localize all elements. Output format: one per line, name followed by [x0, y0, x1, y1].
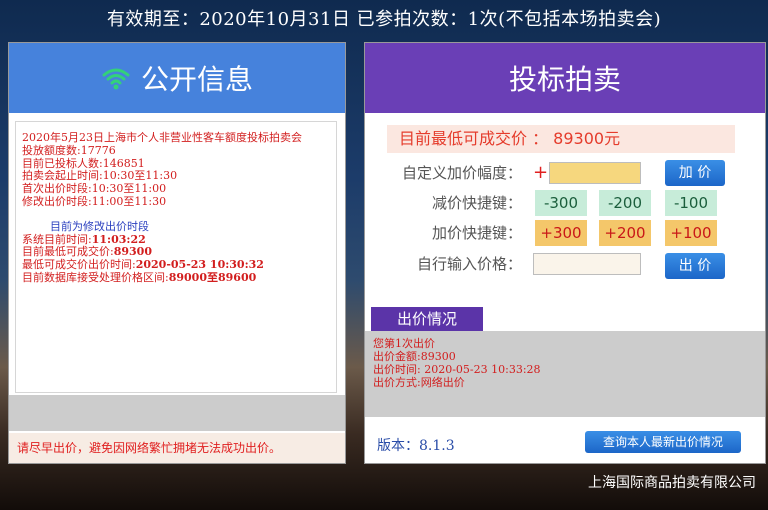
decrease-300-button[interactable]: -300	[535, 190, 587, 216]
auction-info-box: 2020年5月23日上海市个人非营业性客车额度投标拍卖会 投放额度数:17776…	[15, 121, 337, 393]
status-label: 目前数据库接受处理价格区间:	[22, 270, 169, 284]
manual-price-row: 自行输入价格： 出 价	[365, 251, 765, 279]
wifi-icon	[102, 68, 130, 90]
increase-300-button[interactable]: +300	[535, 220, 587, 246]
status-value: 89300	[113, 245, 152, 259]
history-line: 出价时间: 2020-05-23 10:33:28	[373, 363, 541, 376]
plus-sign: +	[533, 162, 549, 183]
info-line: 投放额度数:17776	[22, 143, 116, 157]
increase-shortcut-row: 加价快捷键： +300 +200 +100	[365, 220, 765, 246]
bidding-title: 投标拍卖	[508, 64, 621, 95]
status-label: 目前最低可成交价:	[22, 245, 114, 259]
history-line: 出价方式:网络出价	[373, 376, 465, 389]
custom-increase-row: 自定义加价幅度： + 加 价	[365, 160, 765, 186]
public-info-panel: 公开信息 2020年5月23日上海市个人非营业性客车额度投标拍卖会 投放额度数:…	[8, 42, 346, 464]
custom-increase-input[interactable]	[549, 162, 641, 184]
validity-info: 有效期至：2020年10月31日 已参拍次数：1次(不包括本场拍卖会)	[106, 9, 662, 30]
status-label: 系统目前时间:	[22, 232, 92, 246]
increase-200-button[interactable]: +200	[599, 220, 651, 246]
bidding-header: 投标拍卖	[365, 43, 765, 113]
bidding-panel: 投标拍卖 目前最低可成交价 ： 89300元 自定义加价幅度： + 加 价 减价…	[364, 42, 766, 464]
history-line: 出价金额:89300	[373, 350, 456, 363]
status-label: 最低可成交价出价时间:	[22, 258, 136, 272]
info-line: 2020年5月23日上海市个人非营业性客车额度投标拍卖会	[22, 131, 302, 144]
add-price-button[interactable]: 加 价	[665, 160, 725, 186]
status-value: 11:03:22	[91, 232, 146, 246]
public-info-header: 公开信息	[9, 43, 345, 113]
status-value: 89000至89600	[168, 270, 257, 284]
status-value: 2020-05-23 10:30:32	[135, 258, 264, 272]
status-line: 目前数据库接受处理价格区间:89000至89600	[22, 270, 330, 285]
manual-price-input[interactable]	[533, 253, 641, 275]
history-line: 您第1次出价	[373, 337, 435, 350]
submit-bid-button[interactable]: 出 价	[665, 253, 725, 279]
info-line: 修改出价时段:11:00至11:30	[22, 194, 167, 208]
decrease-shortcut-row: 减价快捷键： -300 -200 -100	[365, 190, 765, 216]
company-name: 上海国际商品拍卖有限公司	[588, 475, 756, 491]
decrease-200-button[interactable]: -200	[599, 190, 651, 216]
manual-price-label: 自行输入价格：	[416, 255, 522, 273]
lowest-price-bar: 目前最低可成交价 ： 89300元	[387, 125, 735, 153]
decrease-label: 减价快捷键：	[431, 194, 522, 212]
public-info-title: 公开信息	[140, 64, 253, 95]
increase-100-button[interactable]: +100	[665, 220, 717, 246]
increase-label: 加价快捷键：	[431, 224, 522, 242]
left-gray-band	[9, 395, 345, 431]
bid-history-tab[interactable]: 出价情况	[371, 307, 483, 331]
custom-increase-label: 自定义加价幅度：	[401, 164, 522, 182]
network-notice: 请尽早出价，避免因网络繁忙拥堵无法成功出价。	[9, 433, 345, 463]
version-label: 版本：8.1.3	[377, 438, 455, 454]
decrease-100-button[interactable]: -100	[665, 190, 717, 216]
bid-history-box: 您第1次出价 出价金额:89300 出价时间: 2020-05-23 10:33…	[365, 331, 765, 417]
query-latest-bid-button[interactable]: 查询本人最新出价情况	[585, 431, 741, 453]
